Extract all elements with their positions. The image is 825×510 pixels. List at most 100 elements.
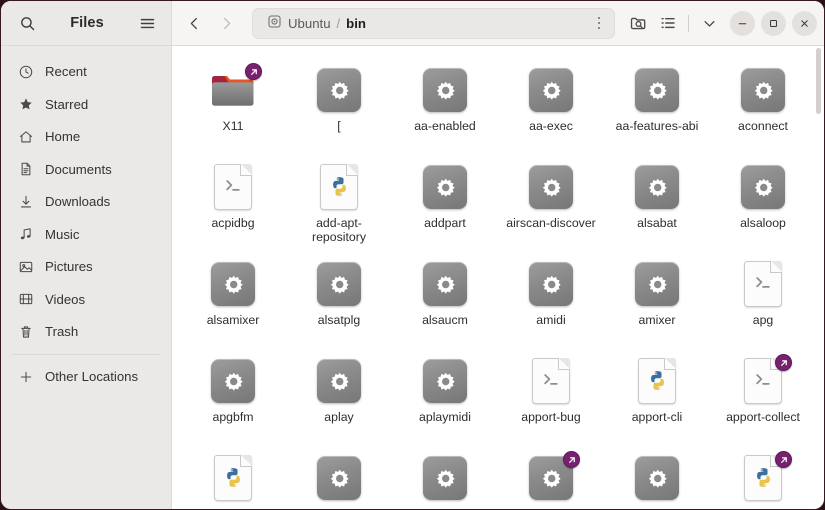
- sidebar-item-pictures[interactable]: Pictures: [9, 252, 163, 282]
- file-label: aa-features-abi: [615, 119, 699, 133]
- file-label: alsaucm: [422, 313, 468, 327]
- file-label: aplaymidi: [419, 410, 471, 424]
- file-item[interactable]: apg: [710, 252, 816, 349]
- file-label: apport-collect: [726, 410, 800, 424]
- symlink-emblem-icon: [775, 451, 792, 468]
- file-label: appstreamcli: [410, 507, 480, 509]
- file-item[interactable]: apport-cli: [604, 349, 710, 446]
- sidebar-item-label: Other Locations: [45, 369, 139, 384]
- file-icon: [315, 357, 363, 405]
- file-item[interactable]: aplaymidi: [392, 349, 498, 446]
- back-button[interactable]: [178, 8, 210, 38]
- file-label: amidi: [536, 313, 566, 327]
- search-in-folder-icon[interactable]: [623, 8, 653, 38]
- file-icon: [633, 357, 681, 405]
- breadcrumb-item-ubuntu[interactable]: Ubuntu: [262, 12, 336, 34]
- drive-harddisk-icon: [267, 14, 282, 32]
- file-item[interactable]: alsamixer: [180, 252, 286, 349]
- file-item[interactable]: apropos: [498, 446, 604, 509]
- files-window: Files Ubuntu / bin Recent Starred Home D…: [0, 0, 825, 510]
- plus-icon: [18, 369, 34, 385]
- executable-gear-icon: [317, 262, 361, 306]
- file-item[interactable]: alsatplg: [286, 252, 392, 349]
- sidebar-item-trash[interactable]: Trash: [9, 317, 163, 347]
- view-options-kebab-icon[interactable]: [588, 10, 610, 36]
- file-item[interactable]: X11: [180, 58, 286, 155]
- executable-gear-icon: [635, 68, 679, 112]
- executable-gear-icon: [211, 262, 255, 306]
- sidebar-item-recent[interactable]: Recent: [9, 57, 163, 87]
- executable-gear-icon: [741, 165, 785, 209]
- sidebar-item-label: Music: [45, 226, 80, 242]
- file-item[interactable]: amidi: [498, 252, 604, 349]
- file-icon: [209, 357, 257, 405]
- file-icon: [315, 66, 363, 114]
- sidebar-item-other-locations[interactable]: Other Locations: [9, 362, 163, 392]
- sidebar-item-downloads[interactable]: Downloads: [9, 187, 163, 217]
- vertical-scrollbar[interactable]: [816, 48, 821, 114]
- file-item[interactable]: airscan-discover: [498, 155, 604, 252]
- file-label: add-apt-repository: [312, 216, 366, 244]
- executable-gear-icon: [529, 68, 573, 112]
- symlink-emblem-icon: [775, 354, 792, 371]
- sidebar-item-label: Downloads: [45, 194, 111, 209]
- file-item[interactable]: acpidbg: [180, 155, 286, 252]
- file-item[interactable]: aplay: [286, 349, 392, 446]
- executable-gear-icon: [317, 68, 361, 112]
- close-button[interactable]: [792, 10, 817, 36]
- minimize-button[interactable]: [730, 10, 755, 36]
- sidebar-item-label: Starred: [45, 96, 89, 112]
- file-item[interactable]: apport-unpack: [180, 446, 286, 509]
- file-label: aconnect: [738, 119, 788, 133]
- file-view[interactable]: X11 [aa-enabled aa-exec aa-features-abi acon…: [172, 46, 824, 509]
- file-item[interactable]: alsabat: [604, 155, 710, 252]
- file-icon: [209, 163, 257, 211]
- file-item[interactable]: alsaucm: [392, 252, 498, 349]
- file-label: apgbfm: [212, 410, 254, 424]
- file-item[interactable]: apt-add-repository: [710, 446, 816, 509]
- sidebar-item-home[interactable]: Home: [9, 122, 163, 152]
- sidebar-item-videos[interactable]: Videos: [9, 284, 163, 314]
- executable-gear-icon: [211, 359, 255, 403]
- sidebar-item-documents[interactable]: Documents: [9, 154, 163, 184]
- file-item[interactable]: apport-collect: [710, 349, 816, 446]
- maximize-button[interactable]: [761, 10, 786, 36]
- file-item[interactable]: apgbfm: [180, 349, 286, 446]
- file-label: alsabat: [637, 216, 677, 230]
- sidebar-item-music[interactable]: Music: [9, 219, 163, 249]
- file-item[interactable]: add-apt-repository: [286, 155, 392, 252]
- file-icon: [209, 260, 257, 308]
- file-label: amixer: [638, 313, 676, 327]
- shell-script-file-icon: [532, 358, 570, 404]
- chevron-down-icon[interactable]: [694, 8, 724, 38]
- file-label: alsamixer: [206, 313, 260, 327]
- file-label: apport-unpack: [194, 507, 273, 509]
- file-item[interactable]: aa-features-abi: [604, 58, 710, 155]
- file-item[interactable]: appstreamcli: [392, 446, 498, 509]
- list-view-icon[interactable]: [653, 8, 683, 38]
- breadcrumb-item-bin[interactable]: bin: [341, 14, 371, 33]
- executable-gear-icon: [635, 456, 679, 500]
- executable-gear-icon: [423, 359, 467, 403]
- file-item[interactable]: addpart: [392, 155, 498, 252]
- hamburger-menu-icon[interactable]: [132, 8, 162, 38]
- forward-button[interactable]: [210, 8, 242, 38]
- file-item[interactable]: aconnect: [710, 58, 816, 155]
- file-item[interactable]: apt: [604, 446, 710, 509]
- file-item[interactable]: appres: [286, 446, 392, 509]
- file-item[interactable]: aa-enabled: [392, 58, 498, 155]
- file-item[interactable]: apport-bug: [498, 349, 604, 446]
- executable-gear-icon: [635, 262, 679, 306]
- search-icon[interactable]: [12, 8, 42, 38]
- executable-gear-icon: [317, 456, 361, 500]
- symlink-emblem-icon: [563, 451, 580, 468]
- python-script-file-icon: [320, 164, 358, 210]
- breadcrumb-label: bin: [346, 15, 366, 31]
- file-item[interactable]: amixer: [604, 252, 710, 349]
- sidebar-item-starred[interactable]: Starred: [9, 89, 163, 119]
- file-item[interactable]: alsaloop: [710, 155, 816, 252]
- file-item[interactable]: aa-exec: [498, 58, 604, 155]
- breadcrumb[interactable]: Ubuntu / bin: [252, 7, 615, 39]
- file-item[interactable]: [: [286, 58, 392, 155]
- executable-gear-icon: [529, 262, 573, 306]
